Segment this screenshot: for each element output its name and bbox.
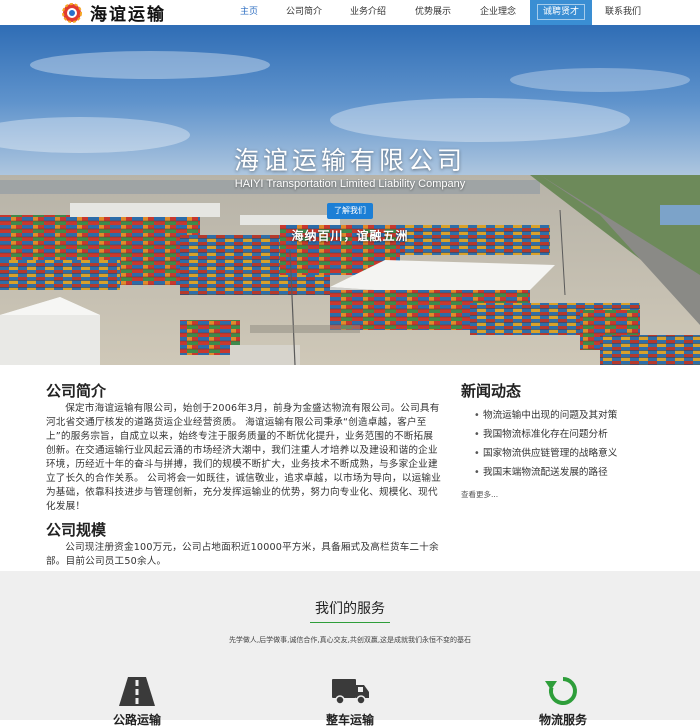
site-header: 海谊运输 主页 公司简介 业务介绍 优势展示 企业理念 诚聘贤才 联系我们 [0,0,700,26]
nav-careers-label: 诚聘贤才 [536,4,585,20]
hero-slogan: 海纳百川，谊融五洲 [291,229,409,243]
services-title: 我们的服务 [315,601,385,617]
scale-section: 公司规模 公司现注册资金100万元，公司占地面积近10000平方米，具备厢式及高… [46,519,442,569]
hero-subtitle: HAIYI Transportation Limited Liability C… [234,178,466,190]
services-title-underline [310,622,390,623]
nav-business[interactable]: 业务介绍 [336,0,400,25]
logo[interactable]: 海谊运输 [62,2,166,25]
news-item[interactable]: 物流运输中出现的问题及其对策 [461,406,661,425]
news-item[interactable]: 国家物流供应链管理的战略意义 [461,444,661,463]
news-item[interactable]: 我国物流标准化存在问题分析 [461,425,661,444]
logo-text: 海谊运输 [90,5,166,25]
services-section: 我们的服务 先学做人,后学做事,诚信合作,真心交友,共创双赢,这是成就我们永恒不… [0,571,700,727]
services-subtitle: 先学做人,后学做事,诚信合作,真心交友,共创双赢,这是成就我们永恒不变的基石 [228,636,472,644]
scale-title: 公司规模 [46,521,107,539]
about-title: 公司简介 [46,382,107,400]
news-list: 物流运输中出现的问题及其对策 我国物流标准化存在问题分析 国家物流供应链管理的战… [461,406,661,482]
news-title: 新闻动态 [461,382,522,400]
nav-advantages[interactable]: 优势展示 [400,0,466,25]
about-section: 公司简介 保定市海谊运输有限公司，始创于2006年3月，前身为金盛达物流有限公司… [46,380,442,514]
news-more-link[interactable]: 查看更多... [461,489,498,500]
learn-more-button[interactable]: 了解我们 [327,203,373,219]
hero-port-image [0,25,700,365]
nav-careers[interactable]: 诚聘贤才 [530,0,592,25]
news-section: 新闻动态 物流运输中出现的问题及其对策 我国物流标准化存在问题分析 国家物流供应… [461,380,661,501]
nav-philosophy[interactable]: 企业理念 [466,0,530,25]
logo-gear-icon [62,2,82,23]
nav-contact[interactable]: 联系我们 [592,0,654,25]
news-item[interactable]: 我国末端物流配送发展的路径 [461,463,661,482]
hero-banner: 海谊运输有限公司 HAIYI Transportation Limited Li… [0,25,700,365]
nav-home[interactable]: 主页 [226,0,272,25]
road-icon[interactable] [117,675,157,707]
nav-about[interactable]: 公司简介 [272,0,336,25]
refresh-icon[interactable] [543,675,583,707]
truck-icon[interactable] [330,675,370,707]
hero-title: 海谊运输有限公司 [233,146,466,175]
main-nav: 主页 公司简介 业务介绍 优势展示 企业理念 诚聘贤才 联系我们 [226,0,654,25]
about-text: 保定市海谊运输有限公司，始创于2006年3月，前身为金盛达物流有限公司。公司具有… [46,403,441,512]
scale-text: 公司现注册资金100万元，公司占地面积近10000平方米，具备厢式及高栏货车二十… [46,542,439,567]
